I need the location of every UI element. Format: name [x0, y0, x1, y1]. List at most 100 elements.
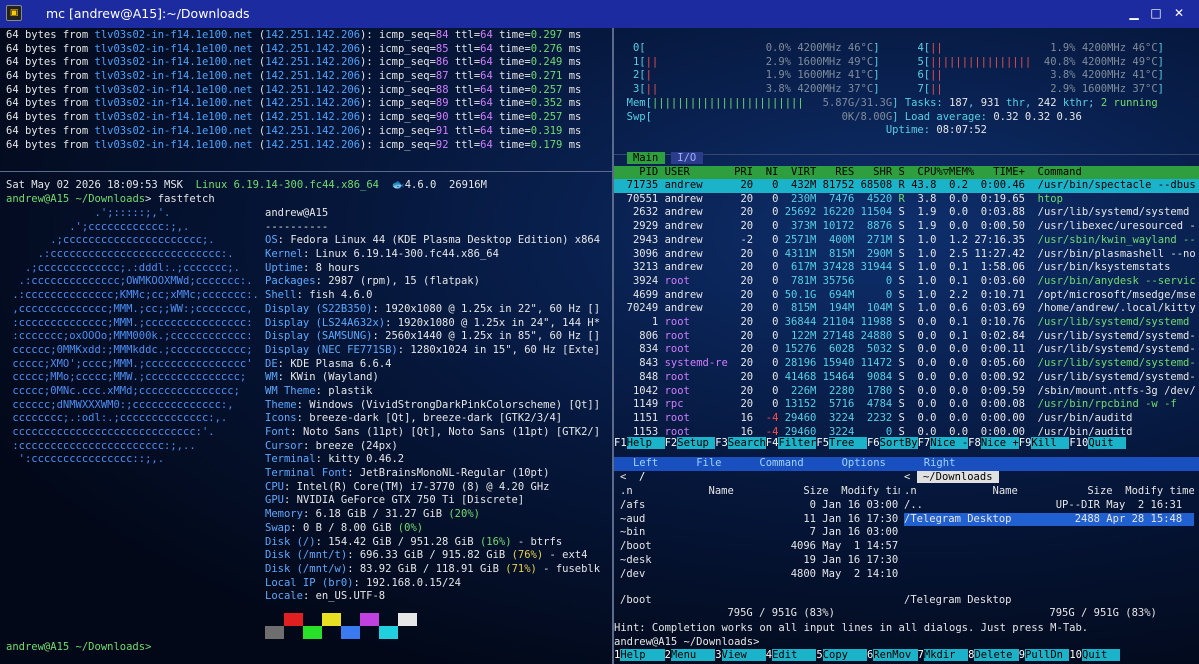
- mc-file-row[interactable]: /dev 4800 May 2 14:10: [620, 568, 900, 582]
- ff-value: breeze (24px): [315, 439, 398, 452]
- process-row[interactable]: 70551 andrew 20 0 230M 7476 4520 R 3.8 0…: [614, 193, 1199, 207]
- mc-fkey-9[interactable]: 9PullDn: [1019, 649, 1070, 663]
- cpu-bar: |: [645, 69, 754, 82]
- mc-file-time: Jan 16 17:30: [815, 512, 899, 525]
- mc-fkey-3[interactable]: 3View: [715, 649, 766, 663]
- process-row[interactable]: 70249 andrew 20 0 815M 194M 104M S 1.0 0…: [614, 302, 1199, 316]
- proc-pid: 1042: [614, 384, 659, 397]
- ff-colon: :: [296, 398, 310, 411]
- ff-percent: (16%): [479, 535, 512, 548]
- ping-ip: 142.251.142.206: [265, 111, 361, 124]
- fkey-f6[interactable]: F6SortBy: [867, 437, 918, 451]
- mc-file-row[interactable]: ~desk 19 Jan 16 17:30: [620, 554, 900, 568]
- tab-io[interactable]: I/O: [670, 152, 703, 164]
- mc-row[interactable]: andrew@A15 ~/Downloads>: [614, 636, 1199, 650]
- fkey-f9[interactable]: F9Kill: [1019, 437, 1070, 451]
- fastfetch-pane[interactable]: Sat May 02 2026 18:09:53 MSK Linux 6.19.…: [6, 179, 610, 659]
- mc-menu-left[interactable]: Left: [614, 457, 684, 469]
- minimize-icon[interactable]: ▁: [1127, 6, 1141, 20]
- ff-key: Disk (/mnt/w): [265, 562, 348, 575]
- mc-row: 795G / 951G (83%): [620, 607, 900, 621]
- proc-res: 3224: [816, 425, 855, 438]
- mc-fkey-10[interactable]: 10Quit: [1069, 649, 1120, 663]
- fkey-f7[interactable]: F7Nice -: [918, 437, 969, 451]
- logo-line: ':cccccccccccccccc::;,.: [6, 453, 165, 466]
- fkey-f1[interactable]: F1Help: [614, 437, 665, 451]
- mc-menu-options[interactable]: Options: [829, 457, 911, 469]
- process-row[interactable]: 71735 andrew 20 0 432M 81752 68508 R 43.…: [614, 179, 1199, 193]
- process-row[interactable]: 1042 root 20 0 226M 2280 1780 S 0.0 0.0 …: [614, 385, 1199, 399]
- proc-shr: 24880: [854, 329, 893, 342]
- proc-virt: 230M: [778, 192, 817, 205]
- proc-cpu: 0.0: [904, 384, 937, 397]
- ping-text: (: [252, 124, 266, 137]
- mc-file-row[interactable]: ~bin 7 Jan 16 03:00: [620, 526, 900, 540]
- ff-colon: :: [347, 562, 360, 575]
- fkey-f3[interactable]: F3Search: [715, 437, 766, 451]
- proc-state: R: [892, 179, 905, 191]
- mc-file-time: May 2 16:31: [1099, 499, 1183, 511]
- tab-main[interactable]: Main: [626, 152, 665, 164]
- fkey-f4[interactable]: F4Filter: [766, 437, 817, 451]
- process-row[interactable]: 848 root 20 0 41468 15464 9084 S 0.0 0.0…: [614, 371, 1199, 385]
- mc-fkey-6[interactable]: 6RenMov: [867, 649, 918, 663]
- process-row[interactable]: 3213 andrew 20 0 617M 37428 31944 S 1.0 …: [614, 261, 1199, 275]
- proc-pid: 806: [614, 329, 659, 342]
- proc-pid: 1: [614, 316, 659, 328]
- process-row[interactable]: 2943 andrew -2 0 2571M 400M 271M S 1.0 1…: [614, 234, 1199, 248]
- mc-fkey-4[interactable]: 4Edit: [766, 649, 817, 663]
- mc-file-row[interactable]: /afs 0 Jan 16 03:00: [620, 499, 900, 513]
- proc-ni: 0: [753, 329, 779, 342]
- ping-ip: 142.251.142.206: [265, 97, 361, 110]
- mc-menu-right[interactable]: Right: [911, 457, 981, 469]
- fkey-f2[interactable]: F2Setup: [665, 437, 716, 451]
- close-icon[interactable]: ✕: [1172, 6, 1186, 20]
- proc-time: 11:27.42: [968, 247, 1025, 260]
- mc-file-row[interactable]: ~aud 11 Jan 16 17:30: [620, 513, 900, 527]
- fkey-label: PullDn: [1025, 649, 1070, 661]
- mc-col-header: .n Name Size Modify time: [620, 485, 900, 497]
- process-row[interactable]: 834 root 20 0 15276 6028 5032 S 0.0 0.0 …: [614, 343, 1199, 357]
- fkey-f5[interactable]: F5Tree: [816, 437, 867, 451]
- mc-fkey-2[interactable]: 2Menu: [665, 649, 716, 663]
- color-swatch: [265, 626, 284, 639]
- cpu-label: 2[: [614, 69, 646, 82]
- mc-file-row[interactable]: /Telegram Desktop 2488 Apr 28 15:48: [904, 512, 1194, 527]
- mc-menu-command[interactable]: Command: [747, 457, 829, 469]
- process-row[interactable]: 1151 root 16 -4 29460 3224 2232 S 0.0 0.…: [614, 412, 1199, 426]
- prompt-line-2[interactable]: andrew@A15 ~/Downloads>: [6, 641, 151, 655]
- ping-line: 64 bytes from tlv03s02-in-f14.1e100.net …: [6, 111, 606, 125]
- fkey-f10[interactable]: F10Quit: [1069, 437, 1127, 451]
- process-row[interactable]: 1149 rpc 20 0 13152 5716 4784 S 0.0 0.0 …: [614, 398, 1199, 412]
- mc-fkey-5[interactable]: 5Copy: [816, 649, 867, 663]
- proc-mem: 0.0: [936, 357, 969, 370]
- process-row[interactable]: 843 systemd-re 20 0 28196 15940 11472 S …: [614, 357, 1199, 371]
- mc-fkey-1[interactable]: 1Help: [614, 649, 665, 663]
- mc-menu-file[interactable]: File: [684, 457, 747, 469]
- mc-file-row[interactable]: /.. UP--DIR May 2 16:31: [904, 499, 1194, 513]
- maximize-icon[interactable]: □: [1149, 6, 1163, 20]
- mc-fkey-8[interactable]: 8Delete: [968, 649, 1019, 663]
- midnight-commander[interactable]: Left File Command Options Right < / .n N…: [614, 456, 1199, 664]
- ff-key: Icons: [265, 412, 297, 425]
- proc-virt: 373M: [778, 220, 817, 233]
- process-row[interactable]: 4699 andrew 20 0 50.1G 694M 0 S 1.0 2.2 …: [614, 289, 1199, 303]
- ff-value: 2560x1440 @ 1.25x in 85", 60 Hz []: [385, 330, 601, 343]
- process-row[interactable]: 1 root 20 0 36844 21104 11988 S 0.0 0.1 …: [614, 316, 1199, 330]
- mc-fkey-7[interactable]: 7Mkdir: [918, 649, 969, 663]
- mc-free-left: 795G / 951G (83%): [620, 607, 835, 619]
- ff-colon: :: [302, 248, 316, 261]
- mc-file-row[interactable]: /boot 4096 May 1 14:57: [620, 540, 900, 554]
- fkey-f8[interactable]: F8Nice +: [968, 437, 1019, 451]
- process-row[interactable]: 3096 andrew 20 0 4311M 815M 290M S 1.0 2…: [614, 248, 1199, 262]
- cpu-freq: 2.9% 1600MHz 37°C: [1037, 83, 1158, 96]
- title-bar[interactable]: ▣ mc [andrew@A15]:~/Downloads ▁ □ ✕: [0, 0, 1199, 28]
- htop-pane[interactable]: 0[ 0.0% 4200MHz 46°C] 4[|| 1.9% 4200MHz …: [614, 29, 1199, 459]
- mc-file-time: Jan 16 03:00: [815, 526, 899, 539]
- process-row[interactable]: 806 root 20 0 122M 27148 24880 S 0.0 0.1…: [614, 330, 1199, 344]
- proc-command: /usr/lib/systemd/systemd-: [1025, 329, 1196, 342]
- process-row[interactable]: 2632 andrew 20 0 25692 16220 11504 S 1.9…: [614, 206, 1199, 220]
- process-row[interactable]: 2929 andrew 20 0 373M 10172 8876 S 1.9 0…: [614, 220, 1199, 234]
- ping-host: tlv03s02-in-f14.1e100.net: [94, 29, 253, 41]
- process-row[interactable]: 3924 root 20 0 781M 35756 0 S 1.0 0.1 0:…: [614, 275, 1199, 289]
